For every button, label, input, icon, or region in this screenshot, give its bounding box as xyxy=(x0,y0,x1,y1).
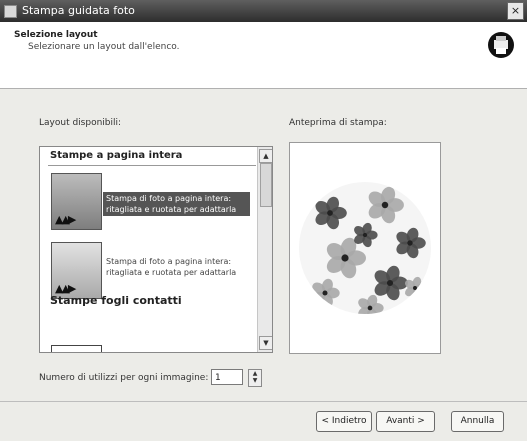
copies-spinner[interactable]: ▲ ▼ xyxy=(248,369,262,387)
list-scrollbar[interactable]: ▲ ▼ xyxy=(257,147,272,352)
category-full-page: Stampe a pagina intera xyxy=(50,150,183,161)
footer-divider xyxy=(0,401,527,402)
step-title: Selezione layout xyxy=(14,30,98,40)
category-contact-sheet: Stampe fogli contatti xyxy=(50,294,182,307)
scroll-thumb[interactable] xyxy=(260,163,272,207)
back-button[interactable]: < Indietro xyxy=(316,411,372,432)
scroll-up-button[interactable]: ▲ xyxy=(259,149,272,163)
layout-thumbnail[interactable]: ▲▲▶ xyxy=(51,173,102,230)
next-button[interactable]: Avanti > xyxy=(376,411,435,432)
copies-label: Numero di utilizzi per ogni immagine: xyxy=(39,373,209,383)
cancel-button[interactable]: Annulla xyxy=(451,411,504,432)
preview-image xyxy=(299,182,431,314)
layout-item[interactable]: Stampa di foto a pagina intera: ritaglia… xyxy=(103,255,250,279)
printer-wizard-icon xyxy=(488,32,514,58)
thumbnail-figures-icon: ▲▲▶ xyxy=(55,213,76,226)
print-preview xyxy=(289,142,441,354)
preview-label: Anteprima di stampa: xyxy=(289,118,387,128)
app-icon xyxy=(4,5,17,18)
layout-thumbnail[interactable]: ▲▲▶ xyxy=(51,242,102,299)
copies-input[interactable]: 1 xyxy=(211,369,243,385)
window-title: Stampa guidata foto xyxy=(22,4,135,17)
layout-item-selected[interactable]: Stampa di foto a pagina intera: ritaglia… xyxy=(103,192,250,216)
scroll-down-button[interactable]: ▼ xyxy=(259,336,272,350)
layout-thumbnail-partial[interactable] xyxy=(51,345,102,352)
layouts-label: Layout disponibili: xyxy=(39,118,122,128)
title-bar: Stampa guidata foto × xyxy=(0,0,527,22)
close-button[interactable]: × xyxy=(507,2,524,20)
category-divider xyxy=(48,165,256,166)
layout-list[interactable]: Stampe a pagina intera ▲▲▶ Stampa di fot… xyxy=(39,146,273,353)
spin-up-icon[interactable]: ▲ xyxy=(249,370,261,377)
wizard-header: Selezione layout Selezionare un layout d… xyxy=(0,22,527,89)
step-subtitle: Selezionare un layout dall'elenco. xyxy=(28,42,180,52)
spin-down-icon[interactable]: ▼ xyxy=(249,377,261,384)
